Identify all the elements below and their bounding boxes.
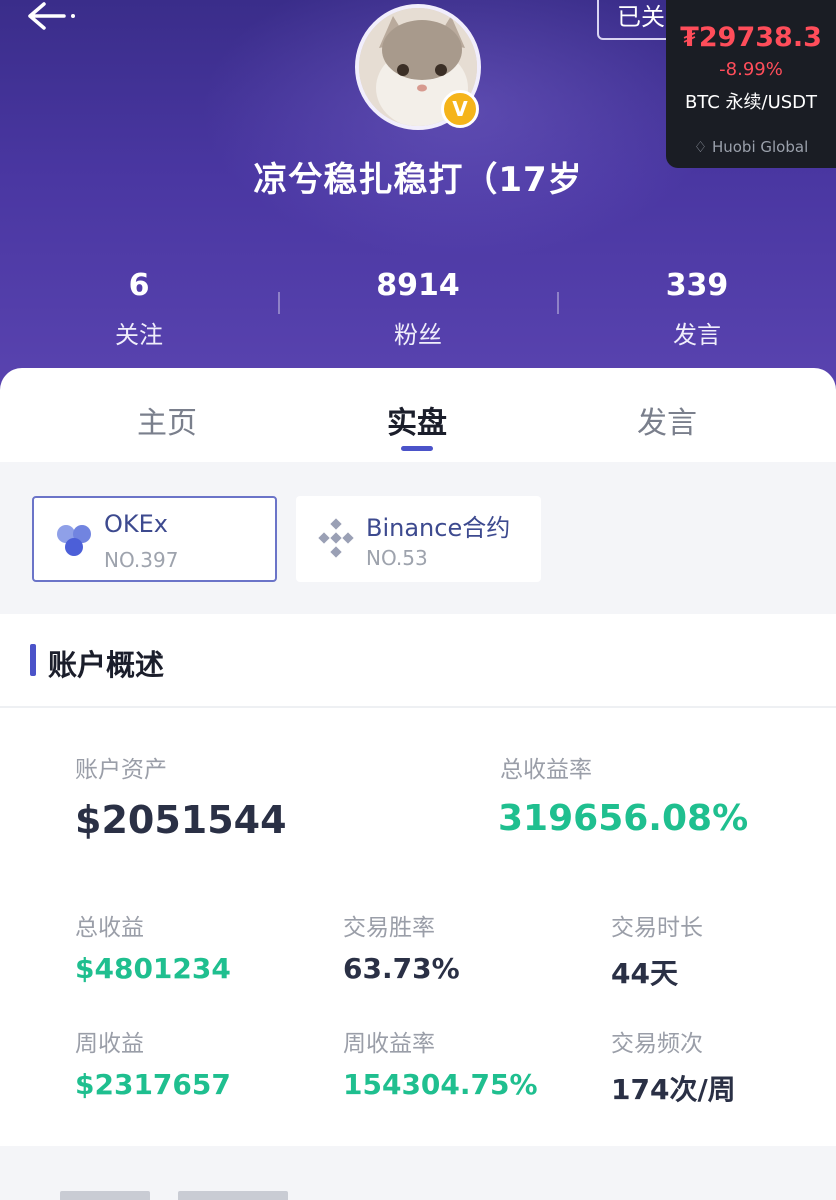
- stat-followers-label: 粉丝: [394, 321, 442, 349]
- exchange-selector: OKEx NO.397 Binance合约 NO.53: [0, 462, 836, 614]
- account-assets-label: 账户资产: [75, 757, 167, 783]
- exchange-rank: NO.53: [366, 546, 428, 570]
- ticker-pair: BTC 永续/USDT: [684, 92, 818, 113]
- trading-duration-label: 交易时长: [611, 915, 703, 941]
- exchange-name: Binance合约: [366, 514, 511, 542]
- stat-following-value: 6: [128, 268, 150, 303]
- exchange-rank: NO.397: [104, 548, 179, 572]
- win-rate-label: 交易胜率: [343, 915, 435, 941]
- exchange-card-okex[interactable]: OKEx NO.397: [32, 496, 277, 582]
- profile-stats: 6 关注 8914 粉丝 339 发言: [0, 268, 836, 350]
- exchange-card-binance[interactable]: Binance合约 NO.53: [296, 496, 541, 582]
- content-card: 主页 实盘 发言 OKEx NO.397 Binance合约 NO.53 账户概…: [0, 368, 836, 1200]
- weekly-return-rate-label: 周收益率: [343, 1031, 435, 1057]
- total-return-rate-value: 319656.08%: [498, 798, 749, 839]
- account-assets-value: $2051544: [75, 798, 287, 842]
- ticker-price: ₮29738.3: [680, 22, 822, 53]
- total-profit-value: $4801234: [75, 952, 231, 985]
- section-title: 账户概述: [48, 648, 165, 682]
- tab-live-trading[interactable]: 实盘: [317, 398, 517, 442]
- avatar[interactable]: V: [355, 4, 481, 130]
- trading-frequency-value: 174次/周: [611, 1073, 736, 1106]
- price-ticker-widget[interactable]: ₮29738.3 -8.99% BTC 永续/USDT ♢ Huobi Glob…: [666, 0, 836, 168]
- tab-bar: 主页 实盘 发言: [0, 368, 836, 462]
- trading-duration-value: 44天: [611, 957, 678, 990]
- weekly-profit-label: 周收益: [75, 1031, 144, 1057]
- binance-logo-icon: [318, 518, 354, 558]
- stat-posts-label: 发言: [673, 321, 721, 349]
- ticker-brand: ♢ Huobi Global: [666, 138, 836, 156]
- stat-following[interactable]: 6 关注: [39, 268, 239, 350]
- next-section-peek: [60, 1188, 320, 1200]
- section-accent-bar: [30, 644, 36, 676]
- stat-followers-value: 8914: [376, 268, 460, 303]
- tab-posts[interactable]: 发言: [567, 398, 767, 442]
- active-tab-indicator: [401, 446, 433, 451]
- stat-divider: [278, 292, 280, 314]
- stat-followers[interactable]: 8914 粉丝: [318, 268, 518, 350]
- verified-badge-icon: V: [441, 90, 479, 128]
- stat-posts[interactable]: 339 发言: [597, 268, 797, 350]
- stat-divider: [557, 292, 559, 314]
- total-profit-label: 总收益: [75, 915, 144, 941]
- ticker-brand-label: Huobi Global: [711, 138, 809, 156]
- stat-following-label: 关注: [115, 321, 163, 349]
- stat-posts-value: 339: [665, 268, 729, 303]
- ticker-change: -8.99%: [719, 59, 783, 80]
- total-return-rate-label: 总收益率: [500, 757, 592, 783]
- divider: [0, 706, 836, 708]
- weekly-profit-value: $2317657: [75, 1068, 231, 1101]
- back-arrow-icon[interactable]: [24, 0, 84, 40]
- exchange-name: OKEx: [104, 510, 168, 538]
- weekly-return-rate-value: 154304.75%: [343, 1068, 538, 1101]
- okex-logo-icon: [57, 525, 91, 556]
- huobi-flame-icon: ♢: [693, 138, 708, 156]
- tab-home[interactable]: 主页: [67, 398, 267, 442]
- win-rate-value: 63.73%: [343, 952, 460, 985]
- trading-frequency-label: 交易频次: [611, 1031, 703, 1057]
